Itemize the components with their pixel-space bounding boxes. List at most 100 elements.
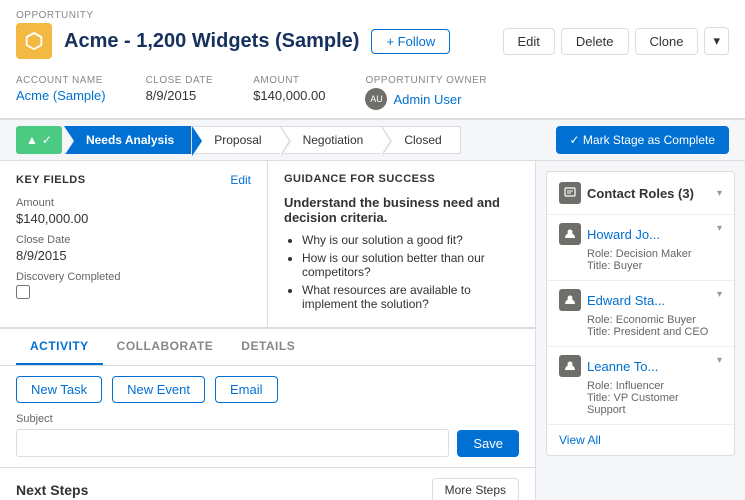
- clone-button[interactable]: Clone: [635, 28, 699, 55]
- stage-bar: ▲ ✓ Needs Analysis Proposal Negotiation: [0, 119, 745, 161]
- title-label-2: Title:: [587, 326, 610, 338]
- guidance-title: GUIDANCE FOR SUCCESS: [284, 173, 435, 185]
- contact-info-2: Edward Sta... Role: Economic Buyer Title…: [559, 289, 717, 338]
- delete-button[interactable]: Delete: [561, 28, 629, 55]
- close-date-field: CLOSE DATE 8/9/2015: [146, 75, 214, 103]
- subject-label: Subject: [16, 413, 519, 425]
- discovery-checkbox-row: [16, 285, 251, 299]
- contact-roles-panel: Contact Roles (3) ▾ Howard Jo...: [546, 171, 735, 456]
- role-value-2: Economic Buyer: [616, 314, 696, 326]
- contact-dropdown-1[interactable]: ▾: [717, 223, 722, 234]
- view-all-link[interactable]: View All: [547, 425, 734, 455]
- amount-field-value: $140,000.00: [16, 211, 251, 226]
- page-header: OPPORTUNITY Acme - 1,200 Widgets (Sample…: [0, 0, 745, 119]
- contact-dropdown-2[interactable]: ▾: [717, 289, 722, 300]
- contact-title-3: Title: VP Customer Support: [559, 392, 717, 416]
- close-date-field-row: Close Date 8/9/2015: [16, 234, 251, 263]
- title-row: Acme - 1,200 Widgets (Sample) + Follow E…: [16, 23, 729, 59]
- contact-dropdown-3[interactable]: ▾: [717, 355, 722, 366]
- tabs-nav: ACTIVITY COLLABORATE DETAILS: [0, 329, 535, 366]
- stage-label: Needs Analysis: [86, 133, 174, 147]
- discovery-checkbox[interactable]: [16, 285, 30, 299]
- contact-item-1: Howard Jo... Role: Decision Maker Title:…: [547, 215, 734, 281]
- tab-activity[interactable]: ACTIVITY: [16, 329, 103, 365]
- guidance-heading: Understand the business need and decisio…: [284, 195, 519, 225]
- next-steps-section: Next Steps More Steps Internal opportuni…: [0, 467, 535, 500]
- mark-complete-button[interactable]: ✓ Mark Stage as Complete: [556, 126, 729, 154]
- new-task-button[interactable]: New Task: [16, 376, 102, 403]
- stage-closed[interactable]: Closed: [381, 126, 460, 154]
- key-fields-edit-link[interactable]: Edit: [230, 173, 251, 187]
- stage-needs-analysis[interactable]: Needs Analysis: [64, 126, 192, 154]
- contact-avatar-3: [559, 355, 581, 377]
- stage-label: Negotiation: [303, 133, 364, 147]
- contact-info-3: Leanne To... Role: Influencer Title: VP …: [559, 355, 717, 416]
- next-steps-title: Next Steps: [16, 482, 88, 498]
- title-value-2: President and CEO: [614, 326, 709, 338]
- owner-label: OPPORTUNITY OWNER: [365, 75, 486, 86]
- amount-value: $140,000.00: [253, 88, 325, 103]
- close-date-field-label: Close Date: [16, 234, 251, 246]
- role-value-3: Influencer: [616, 380, 664, 392]
- opportunity-title: Acme - 1,200 Widgets (Sample): [64, 30, 359, 53]
- guidance-item: How is our solution better than our comp…: [302, 251, 519, 279]
- stage-label: Proposal: [214, 133, 261, 147]
- role-label-1: Role:: [587, 248, 613, 260]
- stage-toggle-button[interactable]: ▲ ✓: [16, 126, 62, 154]
- stage-label: Closed: [404, 133, 441, 147]
- contact-name-2[interactable]: Edward Sta...: [559, 289, 717, 311]
- save-button[interactable]: Save: [457, 430, 519, 457]
- new-event-button[interactable]: New Event: [112, 376, 205, 403]
- contact-panel-dropdown-icon[interactable]: ▾: [717, 188, 722, 199]
- owner-name[interactable]: Admin User: [393, 92, 461, 107]
- account-name-field: ACCOUNT NAME Acme (Sample): [16, 75, 106, 103]
- contact-role-2: Role: Economic Buyer: [559, 314, 717, 326]
- owner-avatar: AU: [365, 88, 387, 110]
- guidance-item: What resources are available to implemen…: [302, 283, 519, 311]
- contact-roles-title: Contact Roles (3): [587, 186, 694, 201]
- stage-proposal[interactable]: Proposal: [191, 126, 280, 154]
- contact-title-2: Title: President and CEO: [559, 326, 717, 338]
- close-date-field-value: 8/9/2015: [16, 248, 251, 263]
- owner-field: OPPORTUNITY OWNER AU Admin User: [365, 75, 486, 110]
- tab-details[interactable]: DETAILS: [227, 329, 309, 365]
- contact-avatar-2: [559, 289, 581, 311]
- contact-name-text-3: Leanne To...: [587, 359, 658, 374]
- contact-item-2: Edward Sta... Role: Economic Buyer Title…: [547, 281, 734, 347]
- role-label-3: Role:: [587, 380, 613, 392]
- stage-steps: Needs Analysis Proposal Negotiation Cl: [64, 126, 556, 154]
- stage-negotiation[interactable]: Negotiation: [280, 126, 383, 154]
- role-value-1: Decision Maker: [616, 248, 692, 260]
- contact-name-text-2: Edward Sta...: [587, 293, 665, 308]
- close-date-value: 8/9/2015: [146, 88, 214, 103]
- content-area: KEY FIELDS Edit Amount $140,000.00 Close…: [0, 161, 745, 500]
- contact-item-3: Leanne To... Role: Influencer Title: VP …: [547, 347, 734, 425]
- key-fields-panel: KEY FIELDS Edit Amount $140,000.00 Close…: [0, 161, 268, 327]
- title-label-3: Title:: [587, 392, 610, 404]
- contact-title-1: Title: Buyer: [559, 260, 717, 272]
- amount-field-row: Amount $140,000.00: [16, 197, 251, 226]
- guidance-list: Why is our solution a good fit? How is o…: [284, 233, 519, 311]
- left-content: KEY FIELDS Edit Amount $140,000.00 Close…: [0, 161, 535, 500]
- key-fields-header: KEY FIELDS Edit: [16, 173, 251, 187]
- guidance-item: Why is our solution a good fit?: [302, 233, 519, 247]
- subject-row: Save: [16, 429, 519, 457]
- contact-panel-title: Contact Roles (3): [559, 182, 694, 204]
- more-steps-button[interactable]: More Steps: [432, 478, 519, 500]
- amount-field: AMOUNT $140,000.00: [253, 75, 325, 103]
- subject-input[interactable]: [16, 429, 449, 457]
- contact-name-3[interactable]: Leanne To...: [559, 355, 717, 377]
- email-button[interactable]: Email: [215, 376, 278, 403]
- tab-collaborate[interactable]: COLLABORATE: [103, 329, 228, 365]
- more-actions-button[interactable]: ▾: [704, 27, 729, 55]
- contact-name-1[interactable]: Howard Jo...: [559, 223, 717, 245]
- account-name-label: ACCOUNT NAME: [16, 75, 106, 86]
- edit-button[interactable]: Edit: [503, 28, 555, 55]
- contact-role-3: Role: Influencer: [559, 380, 717, 392]
- follow-button[interactable]: + Follow: [371, 29, 450, 54]
- header-actions: Edit Delete Clone ▾: [503, 27, 729, 55]
- key-fields-title: KEY FIELDS: [16, 174, 86, 186]
- title-label-1: Title:: [587, 260, 610, 272]
- account-name-value[interactable]: Acme (Sample): [16, 88, 106, 103]
- meta-row: ACCOUNT NAME Acme (Sample) CLOSE DATE 8/…: [16, 67, 729, 118]
